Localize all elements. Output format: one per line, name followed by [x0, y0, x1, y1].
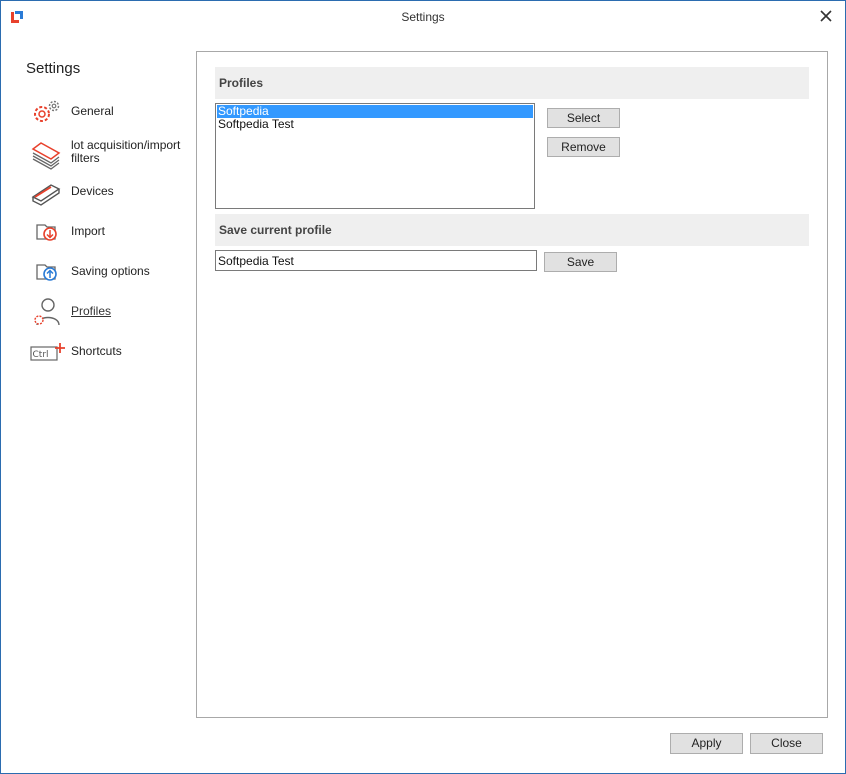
- sidebar-item-lot-acquisition[interactable]: lot acquisition/import filters: [29, 135, 189, 171]
- remove-button[interactable]: Remove: [547, 137, 620, 157]
- stacked-sheets-icon: [31, 142, 61, 170]
- ctrl-plus-icon: Ctrl: [30, 343, 65, 361]
- save-button[interactable]: Save: [544, 252, 617, 272]
- svg-text:Ctrl: Ctrl: [33, 350, 49, 360]
- sidebar-heading: Settings: [26, 60, 81, 77]
- scanner-icon: [31, 184, 61, 206]
- sidebar-item-import[interactable]: Import: [29, 215, 189, 251]
- select-button[interactable]: Select: [547, 108, 620, 128]
- sidebar-item-saving-options[interactable]: Saving options: [29, 255, 189, 291]
- window-title: Settings: [401, 10, 445, 24]
- user-profile-icon: [34, 298, 60, 326]
- import-down-arrow-icon: [36, 224, 57, 241]
- saving-up-arrow-icon: [36, 264, 57, 281]
- sidebar-item-label: Saving options: [71, 264, 150, 278]
- profile-name-input[interactable]: [215, 250, 537, 271]
- profiles-section-header: Profiles: [215, 67, 809, 99]
- sidebar-item-label: Profiles: [71, 304, 112, 318]
- profiles-panel: Profiles Softpedia Softpedia Test Select…: [196, 51, 828, 718]
- sidebar-item-shortcuts[interactable]: Ctrl Shortcuts: [29, 335, 189, 371]
- gears-icon: [34, 100, 60, 122]
- close-window-icon[interactable]: [817, 7, 835, 25]
- save-profile-section-header: Save current profile: [215, 214, 809, 246]
- list-item[interactable]: Softpedia Test: [217, 118, 533, 131]
- close-button[interactable]: Close: [750, 733, 823, 754]
- apply-button[interactable]: Apply: [670, 733, 743, 754]
- sidebar-item-general[interactable]: General: [29, 95, 189, 131]
- title-bar: Settings: [1, 1, 845, 33]
- sidebar-item-devices[interactable]: Devices: [29, 175, 189, 211]
- sidebar-item-label: lot acquisition/import filters: [71, 138, 181, 165]
- profiles-listbox[interactable]: Softpedia Softpedia Test: [215, 103, 535, 209]
- settings-window: Settings Settings General lot acquisitio…: [0, 0, 846, 774]
- sidebar-item-label: Devices: [71, 184, 114, 198]
- sidebar-item-profiles[interactable]: Profiles: [29, 295, 189, 331]
- sidebar-item-label: Shortcuts: [71, 344, 122, 358]
- sidebar-item-label: Import: [71, 224, 106, 238]
- sidebar-item-label: General: [71, 104, 114, 118]
